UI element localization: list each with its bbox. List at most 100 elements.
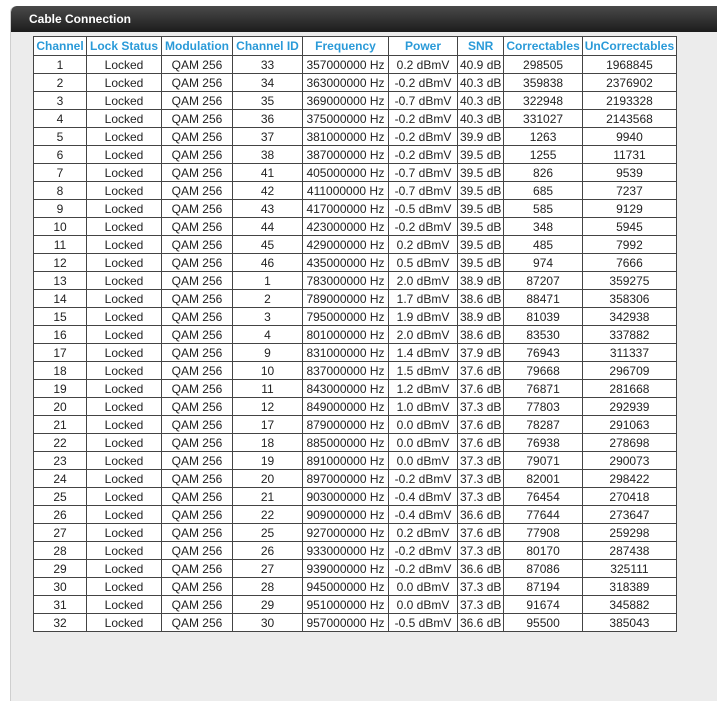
- cell-modulation: QAM 256: [161, 163, 233, 182]
- cell-uncorrectables: 2376902: [581, 73, 678, 92]
- cell-channel: 12: [33, 253, 87, 272]
- cell-frequency: 849000000 Hz: [302, 397, 389, 416]
- cell-power: -0.5 dBmV: [388, 613, 458, 632]
- cell-channel: 15: [33, 307, 87, 326]
- cell-lock-status: Locked: [86, 577, 162, 596]
- cell-uncorrectables: 7237: [581, 181, 678, 200]
- cell-uncorrectables: 358306: [581, 289, 678, 308]
- cell-uncorrectables: 278698: [581, 433, 678, 452]
- header-channel-id: Channel ID: [232, 36, 303, 56]
- cell-correctables: 87086: [503, 559, 583, 578]
- cell-channel: 24: [33, 469, 87, 488]
- cell-modulation: QAM 256: [161, 145, 233, 164]
- cell-channel: 19: [33, 379, 87, 398]
- cell-snr: 38.6 dB: [456, 289, 505, 308]
- cell-snr: 39.5 dB: [456, 199, 505, 218]
- cell-snr: 37.3 dB: [456, 469, 505, 488]
- cell-uncorrectables: 9129: [581, 199, 678, 218]
- cell-uncorrectables: 270418: [581, 487, 678, 506]
- table-row: 10 Locked QAM 256 44 423000000 Hz -0.2 dBmV 39…: [33, 217, 678, 236]
- cell-modulation: QAM 256: [161, 127, 233, 146]
- cell-channel-id: 17: [232, 415, 303, 434]
- cell-snr: 39.5 dB: [456, 145, 505, 164]
- cell-lock-status: Locked: [86, 613, 162, 632]
- cell-modulation: QAM 256: [161, 451, 233, 470]
- cell-lock-status: Locked: [86, 289, 162, 308]
- cell-snr: 36.6 dB: [456, 559, 505, 578]
- cell-correctables: 974: [503, 253, 583, 272]
- table-row: 23 Locked QAM 256 19 891000000 Hz 0.0 dBmV 37.…: [33, 451, 678, 470]
- cell-power: 1.0 dBmV: [388, 397, 458, 416]
- cell-correctables: 348: [503, 217, 583, 236]
- cell-frequency: 789000000 Hz: [302, 289, 389, 308]
- cell-modulation: QAM 256: [161, 253, 233, 272]
- cell-modulation: QAM 256: [161, 577, 233, 596]
- cell-channel-id: 12: [232, 397, 303, 416]
- cell-snr: 38.6 dB: [456, 325, 505, 344]
- cell-frequency: 891000000 Hz: [302, 451, 389, 470]
- cell-correctables: 585: [503, 199, 583, 218]
- cell-power: 0.0 dBmV: [388, 577, 458, 596]
- cell-power: -0.2 dBmV: [388, 109, 458, 128]
- cell-uncorrectables: 7992: [581, 235, 678, 254]
- cell-channel: 2: [33, 73, 87, 92]
- cell-channel-id: 41: [232, 163, 303, 182]
- cell-frequency: 783000000 Hz: [302, 271, 389, 290]
- cell-power: 0.2 dBmV: [388, 523, 458, 542]
- cell-channel-id: 43: [232, 199, 303, 218]
- cell-lock-status: Locked: [86, 595, 162, 614]
- cell-modulation: QAM 256: [161, 325, 233, 344]
- cell-snr: 38.9 dB: [456, 307, 505, 326]
- cell-snr: 37.3 dB: [456, 595, 505, 614]
- cell-channel-id: 9: [232, 343, 303, 362]
- header-lock-status: Lock Status: [86, 36, 162, 56]
- cell-uncorrectables: 298422: [581, 469, 678, 488]
- cell-frequency: 411000000 Hz: [302, 181, 389, 200]
- header-frequency: Frequency: [302, 36, 389, 56]
- cell-correctables: 82001: [503, 469, 583, 488]
- cell-snr: 40.9 dB: [456, 55, 505, 74]
- cell-channel: 18: [33, 361, 87, 380]
- cell-correctables: 87194: [503, 577, 583, 596]
- cell-channel: 13: [33, 271, 87, 290]
- cell-lock-status: Locked: [86, 91, 162, 110]
- cell-modulation: QAM 256: [161, 361, 233, 380]
- cell-lock-status: Locked: [86, 181, 162, 200]
- cell-power: 1.2 dBmV: [388, 379, 458, 398]
- cell-snr: 37.3 dB: [456, 397, 505, 416]
- table-row: 19 Locked QAM 256 11 843000000 Hz 1.2 dBmV 37.…: [33, 379, 678, 398]
- cell-power: 0.2 dBmV: [388, 235, 458, 254]
- table-row: 5 Locked QAM 256 37 381000000 Hz -0.2 dBmV 39.…: [33, 127, 678, 146]
- cell-modulation: QAM 256: [161, 343, 233, 362]
- cell-modulation: QAM 256: [161, 433, 233, 452]
- cell-frequency: 939000000 Hz: [302, 559, 389, 578]
- cell-frequency: 381000000 Hz: [302, 127, 389, 146]
- cell-channel-id: 10: [232, 361, 303, 380]
- cell-correctables: 485: [503, 235, 583, 254]
- cell-channel-id: 21: [232, 487, 303, 506]
- table-row: 2 Locked QAM 256 34 363000000 Hz -0.2 dBmV 40.…: [33, 73, 678, 92]
- cell-correctables: 77803: [503, 397, 583, 416]
- cell-modulation: QAM 256: [161, 523, 233, 542]
- cell-lock-status: Locked: [86, 541, 162, 560]
- table-row: 27 Locked QAM 256 25 927000000 Hz 0.2 dBmV 37.…: [33, 523, 678, 542]
- cell-lock-status: Locked: [86, 523, 162, 542]
- cell-power: -0.7 dBmV: [388, 163, 458, 182]
- cell-modulation: QAM 256: [161, 73, 233, 92]
- cell-lock-status: Locked: [86, 397, 162, 416]
- cell-lock-status: Locked: [86, 487, 162, 506]
- cell-lock-status: Locked: [86, 451, 162, 470]
- cell-snr: 39.5 dB: [456, 181, 505, 200]
- cell-correctables: 331027: [503, 109, 583, 128]
- cell-channel: 31: [33, 595, 87, 614]
- cell-uncorrectables: 385043: [581, 613, 678, 632]
- cell-snr: 40.3 dB: [456, 73, 505, 92]
- cell-modulation: QAM 256: [161, 559, 233, 578]
- cell-channel: 4: [33, 109, 87, 128]
- table-row: 9 Locked QAM 256 43 417000000 Hz -0.5 dBmV 39.…: [33, 199, 678, 218]
- cell-uncorrectables: 259298: [581, 523, 678, 542]
- downstream-channel-table: Channel Lock Status Modulation Channel I…: [33, 36, 678, 632]
- cell-frequency: 369000000 Hz: [302, 91, 389, 110]
- cell-channel: 30: [33, 577, 87, 596]
- cell-channel-id: 45: [232, 235, 303, 254]
